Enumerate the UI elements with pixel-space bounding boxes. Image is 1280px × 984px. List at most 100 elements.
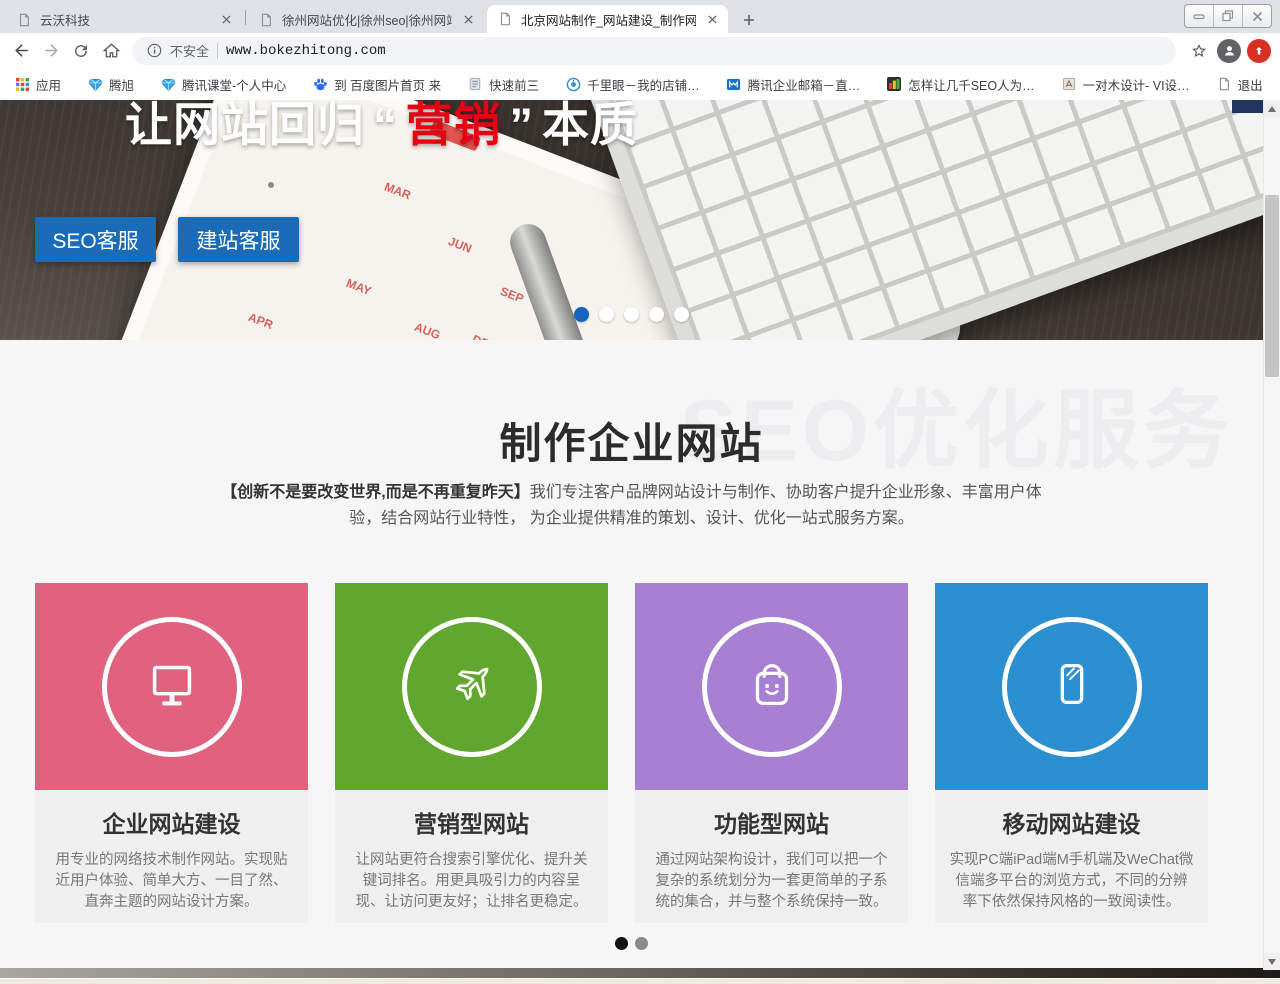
carousel-dot[interactable] — [649, 307, 664, 322]
close-tab-icon[interactable] — [704, 11, 720, 27]
bookmark-tencent-exmail[interactable]: 腾讯企业邮箱－直… — [726, 75, 861, 94]
carousel-dot[interactable] — [674, 307, 689, 322]
bookmark-qianliyan[interactable]: 千里眼－我的店铺… — [565, 75, 700, 94]
keyboard-photo — [580, 100, 1263, 340]
page-icon — [258, 12, 274, 28]
security-label: 不安全 — [170, 41, 209, 60]
pager-dot[interactable] — [635, 937, 648, 950]
tab-beijing-active[interactable]: 北京网站制作_网站建设_制作网 — [487, 5, 728, 33]
site-service-button[interactable]: 建站客服 — [178, 217, 299, 262]
bookmark-label: 千里眼－我的店铺… — [587, 75, 700, 94]
card-media — [635, 583, 908, 790]
notes-icon — [467, 76, 483, 92]
tablet-camera-dot — [268, 182, 274, 188]
restore-button[interactable] — [1213, 5, 1242, 27]
card-functional-website[interactable]: 功能型网站 通过网站架构设计，我们可以把一个复杂的系统划分为一套更简单的子系统的… — [635, 583, 908, 923]
services-section: SEO优化服务 制作企业网站 【创新不是要改变世界,而是不再重复昨天】我们专注客… — [0, 340, 1263, 968]
scroll-up-icon[interactable] — [1264, 100, 1280, 117]
bookmark-label: 快速前三 — [489, 75, 539, 94]
bookmark-tengxu[interactable]: 腾旭 — [87, 75, 134, 94]
hero-headline: 让网站回归“营销”本质 — [125, 100, 638, 155]
bookmark-apps[interactable]: 应用 — [14, 75, 61, 94]
page-nav-edge — [1232, 100, 1263, 113]
plane-icon — [441, 653, 503, 720]
card-marketing-website[interactable]: 营销型网站 让网站更符合搜索引擎优化、提升关键词排名。用更具吸引力的内容呈现、让… — [335, 583, 608, 923]
bookmarks-bar: 应用 腾旭 腾讯课堂-个人中心 到 百度图片首页 来 快速前三 — [0, 68, 1280, 100]
new-tab-button[interactable] — [737, 8, 761, 32]
card-media — [935, 583, 1208, 790]
profile-avatar[interactable] — [1214, 36, 1244, 66]
tab-title: 云沃科技 — [40, 10, 210, 29]
bookmark-label: 应用 — [36, 75, 61, 94]
card-corporate-website[interactable]: 企业网站建设 用专业的网络技术制作网站。实现贴近用户体验、简单大方、一目了然、直… — [35, 583, 308, 923]
update-browser-icon[interactable] — [1244, 36, 1274, 66]
bookmark-label: 腾讯课堂-个人中心 — [182, 75, 286, 94]
bookmark-label: 怎样让几千SEO人为… — [908, 75, 1034, 94]
bookmark-star-icon[interactable] — [1184, 36, 1214, 66]
bookmark-design[interactable]: 一对木设计- VI设… — [1061, 75, 1190, 94]
carousel-dot-active[interactable] — [574, 307, 589, 322]
design-icon — [1061, 76, 1077, 92]
address-toolbar: 不安全 www.bokezhitong.com — [0, 33, 1280, 68]
tab-xuzhou-seo[interactable]: 徐州网站优化|徐州seo|徐州网站 — [248, 6, 484, 33]
close-button[interactable] — [1242, 5, 1271, 27]
tab-title: 徐州网站优化|徐州seo|徐州网站 — [282, 10, 452, 29]
bookmark-baidu-images[interactable]: 到 百度图片首页 来 — [312, 75, 441, 94]
bookmark-label: 腾讯企业邮箱－直… — [748, 75, 861, 94]
section-title: 制作企业网站 — [0, 410, 1263, 471]
tab-bar: 云沃科技 徐州网站优化|徐州seo|徐州网站 北京网站制作_网站建设_制作网 — [0, 0, 1280, 33]
card-media — [335, 583, 608, 790]
hero-banner: MAR JUN MAY SEP APR AUG DEC 让网站回归“营销”本质 … — [0, 100, 1263, 340]
card-text: 用专业的网络技术制作网站。实现贴近用户体验、简单大方、一目了然、直奔主题的网站设… — [49, 850, 294, 913]
card-text: 实现PC端iPad端M手机端及WeChat微信端多平台的浏览方式，不同的分辨率下… — [949, 850, 1194, 913]
hero-buttons: SEO客服 建站客服 — [35, 217, 299, 262]
minimize-button[interactable] — [1185, 5, 1213, 27]
bookmark-label: 退出 — [1238, 75, 1263, 94]
tab-title: 北京网站制作_网站建设_制作网 — [521, 10, 696, 29]
scroll-down-icon[interactable] — [1264, 953, 1280, 970]
card-media — [35, 583, 308, 790]
section-intro-bold: 【创新不是要改变世界,而是不再重复昨天】 — [221, 484, 529, 501]
carousel-dot[interactable] — [599, 307, 614, 322]
apps-grid-icon — [14, 76, 30, 92]
scrollbar-thumb[interactable] — [1265, 195, 1279, 377]
close-tab-icon[interactable] — [460, 12, 476, 28]
tab-yunwo[interactable]: 云沃科技 — [6, 6, 242, 33]
baidu-paw-icon — [312, 76, 328, 92]
mail-icon — [726, 76, 742, 92]
reload-icon[interactable] — [66, 36, 96, 66]
cards-pager-dots — [0, 937, 1263, 950]
page-icon — [1216, 76, 1232, 92]
back-icon[interactable] — [6, 36, 36, 66]
page-icon — [497, 11, 513, 27]
tab-divider — [245, 10, 246, 25]
forward-icon[interactable] — [36, 36, 66, 66]
next-section-edge — [0, 968, 1280, 978]
url-bar[interactable]: 不安全 www.bokezhitong.com — [132, 37, 1176, 65]
gem-icon — [160, 76, 176, 92]
pager-dot-active[interactable] — [615, 937, 628, 950]
eye-icon — [565, 76, 581, 92]
bookmark-label: 一对木设计- VI设… — [1083, 75, 1190, 94]
close-tab-icon[interactable] — [218, 12, 234, 28]
gem-icon — [87, 76, 103, 92]
vertical-scrollbar[interactable] — [1263, 100, 1280, 970]
home-icon[interactable] — [96, 36, 126, 66]
bookmark-tencent-class[interactable]: 腾讯课堂-个人中心 — [160, 75, 286, 94]
seo-service-button[interactable]: SEO客服 — [35, 217, 156, 262]
bookmark-exit[interactable]: 退出 — [1216, 75, 1263, 94]
browser-window: 云沃科技 徐州网站优化|徐州seo|徐州网站 北京网站制作_网站建设_制作网 — [0, 0, 1280, 984]
carousel-dot[interactable] — [624, 307, 639, 322]
bottom-strip — [0, 978, 1280, 984]
seo-colors-icon — [886, 76, 902, 92]
hero-headline-highlight: 营销 — [406, 100, 502, 151]
info-icon[interactable] — [146, 43, 162, 59]
bookmark-seo-article[interactable]: 怎样让几千SEO人为… — [886, 75, 1034, 94]
card-title: 企业网站建设 — [49, 805, 294, 839]
service-cards: 企业网站建设 用专业的网络技术制作网站。实现贴近用户体验、简单大方、一目了然、直… — [35, 583, 1208, 923]
bookmark-kuaisu[interactable]: 快速前三 — [467, 75, 539, 94]
bookmark-label: 腾旭 — [109, 75, 134, 94]
card-mobile-website[interactable]: 移动网站建设 实现PC端iPad端M手机端及WeChat微信端多平台的浏览方式，… — [935, 583, 1208, 923]
card-title: 营销型网站 — [349, 805, 594, 839]
carousel-dots — [574, 307, 689, 322]
